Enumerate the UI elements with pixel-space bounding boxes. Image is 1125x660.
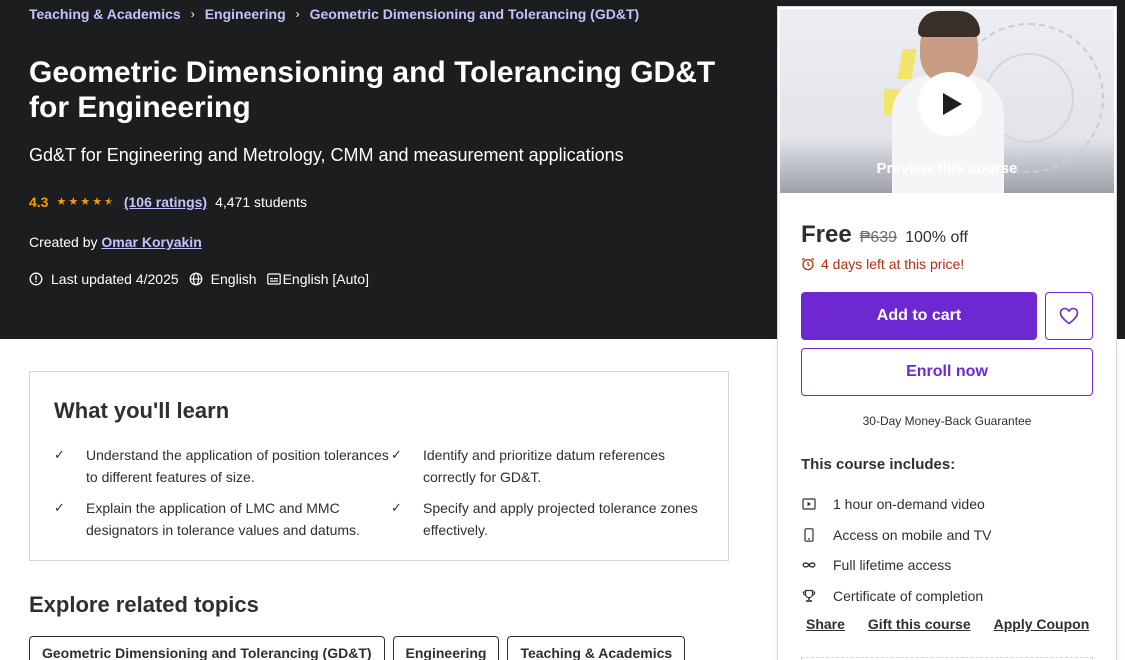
include-item: Access on mobile and TV [801,520,992,551]
original-price: ₱639 [859,229,898,246]
check-icon: ✓ [54,447,65,462]
course-meta: Last updated 4/2025 English English [Aut… [29,271,379,287]
current-price: Free [801,221,852,248]
add-to-cart-button[interactable]: Add to cart [801,292,1037,340]
include-label: Certificate of completion [833,587,984,604]
ratings-count-link[interactable]: (106 ratings) [124,194,207,210]
closed-captions-icon [266,273,281,285]
what-youll-learn: What you'll learn ✓ Understand the appli… [29,371,729,561]
breadcrumb-item-engineering[interactable]: Engineering [205,6,286,22]
created-by: Created by Omar Koryakin [29,234,202,250]
wishlist-button[interactable] [1045,292,1093,340]
learn-item: ✓ Understand the application of position… [54,444,391,488]
preview-label: Preview this course [876,160,1018,177]
includes-title: This course includes: [801,456,956,473]
video-icon [801,496,817,512]
related-topics-title: Explore related topics [29,592,259,617]
check-icon: ✓ [391,447,402,462]
star-icon: ★ [68,196,79,208]
alert-badge-icon [29,272,43,286]
include-label: Full lifetime access [833,557,952,574]
learn-item: ✓ Specify and apply projected tolerance … [391,497,711,541]
price-row: Free ₱639 100% off [801,221,968,249]
apply-coupon-link[interactable]: Apply Coupon [994,616,1090,632]
star-icon: ★ [80,196,91,208]
breadcrumb: Teaching & Academics › Engineering › Geo… [29,6,639,22]
price-timer: 4 days left at this price! [801,256,964,272]
course-title: Geometric Dimensioning and Tolerancing G… [29,56,716,124]
money-back-guarantee: 30-Day Money-Back Guarantee [862,414,1032,428]
alarm-clock-icon [801,257,815,271]
rating-row: 4.3 ★ ★ ★ ★ ★ (106 ratings) 4,471 studen… [29,194,307,210]
learn-item-text: Specify and apply projected tolerance zo… [423,500,698,538]
check-icon: ✓ [54,500,65,515]
card-links: Share Gift this course Apply Coupon [806,616,1089,632]
discount-label: 100% off [905,229,968,246]
language-text: English [210,271,257,287]
infinity-icon [801,557,817,573]
course-subtitle: Gd&T for Engineering and Metrology, CMM … [29,145,624,165]
learn-item-text: Understand the application of position t… [86,447,389,485]
related-topics: Geometric Dimensioning and Tolerancing (… [29,636,693,660]
last-updated-text: Last updated 4/2025 [51,271,179,287]
play-icon [943,93,962,115]
language: English [189,271,257,287]
star-icon: ★ [92,196,102,208]
timer-text: 4 days left at this price! [821,256,965,272]
topic-button-gdt[interactable]: Geometric Dimensioning and Tolerancing (… [29,636,385,660]
breadcrumb-item-teaching-academics[interactable]: Teaching & Academics [29,6,181,22]
created-by-label: Created by [29,234,98,250]
breadcrumb-item-gdt[interactable]: Geometric Dimensioning and Tolerancing (… [310,6,640,22]
learn-item-text: Explain the application of LMC and MMC d… [86,500,360,538]
learn-item: ✓ Identify and prioritize datum referenc… [391,444,711,488]
rating-value: 4.3 [29,194,49,210]
heart-icon [1059,307,1079,325]
learn-list: ✓ Understand the application of position… [54,444,714,541]
captions: English [Auto] [266,271,369,287]
instructor-image [918,11,980,37]
learn-title: What you'll learn [54,398,230,423]
captions-text: English [Auto] [282,271,369,287]
globe-icon [189,272,203,286]
check-icon: ✓ [391,500,402,515]
instructor-link[interactable]: Omar Koryakin [101,234,201,250]
star-half-icon: ★ [103,196,114,208]
gift-course-link[interactable]: Gift this course [868,616,971,632]
star-rating: ★ ★ ★ ★ ★ [56,194,115,210]
enroll-now-button[interactable]: Enroll now [801,348,1093,396]
trophy-icon [801,588,817,604]
purchase-card: Preview this course Free ₱639 100% off 4… [777,6,1117,660]
include-item: 1 hour on-demand video [801,489,992,520]
include-label: 1 hour on-demand video [833,496,985,513]
include-item: Certificate of completion [801,581,992,612]
preview-decoration [897,49,917,79]
star-icon: ★ [56,196,67,208]
chevron-right-icon: › [295,7,300,21]
include-item: Full lifetime access [801,550,992,581]
topic-button-teaching-academics[interactable]: Teaching & Academics [507,636,686,660]
include-label: Access on mobile and TV [833,526,992,543]
last-updated: Last updated 4/2025 [29,271,179,287]
learn-item-text: Identify and prioritize datum references… [423,447,666,485]
course-preview[interactable]: Preview this course [780,9,1114,193]
chevron-right-icon: › [190,7,195,21]
students-count: 4,471 students [215,194,307,210]
play-button[interactable] [918,72,982,136]
topic-button-engineering[interactable]: Engineering [392,636,500,660]
mobile-icon [801,527,817,543]
share-link[interactable]: Share [806,616,845,632]
includes-list: 1 hour on-demand video Access on mobile … [801,489,992,611]
learn-item: ✓ Explain the application of LMC and MMC… [54,497,391,541]
